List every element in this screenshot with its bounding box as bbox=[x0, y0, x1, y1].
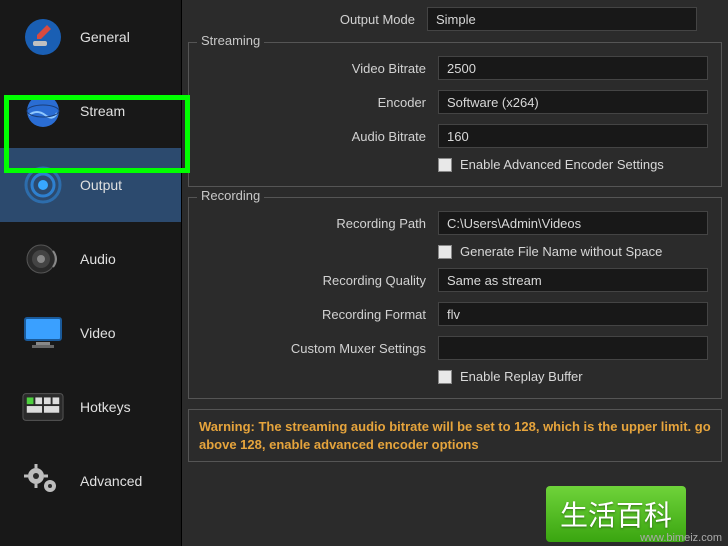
recording-format-label: Recording Format bbox=[193, 307, 438, 322]
recording-path-label: Recording Path bbox=[193, 216, 438, 231]
recording-path-input[interactable] bbox=[438, 211, 708, 235]
sidebar-item-label: Audio bbox=[80, 251, 116, 267]
sidebar-item-label: Stream bbox=[80, 103, 125, 119]
generate-filename-label: Generate File Name without Space bbox=[460, 244, 662, 259]
settings-sidebar: General Stream Output bbox=[0, 0, 182, 546]
speaker-icon bbox=[22, 238, 64, 280]
output-mode-select[interactable]: Simple bbox=[427, 7, 697, 31]
encoder-select[interactable]: Software (x264) bbox=[438, 90, 708, 114]
muxer-label: Custom Muxer Settings bbox=[193, 341, 438, 356]
encoder-value: Software (x264) bbox=[447, 95, 539, 110]
sidebar-item-output[interactable]: Output bbox=[0, 148, 181, 222]
sidebar-item-label: Hotkeys bbox=[80, 399, 131, 415]
output-mode-value: Simple bbox=[436, 12, 476, 27]
sidebar-item-stream[interactable]: Stream bbox=[0, 74, 181, 148]
recording-quality-select[interactable]: Same as stream bbox=[438, 268, 708, 292]
sidebar-item-label: Video bbox=[80, 325, 116, 341]
sidebar-item-hotkeys[interactable]: Hotkeys bbox=[0, 370, 181, 444]
audio-bitrate-select[interactable]: 160 bbox=[438, 124, 708, 148]
recording-group: Recording Recording Path Generate File N… bbox=[188, 197, 722, 399]
audio-bitrate-value: 160 bbox=[447, 129, 469, 144]
sidebar-item-label: Advanced bbox=[80, 473, 142, 489]
sidebar-item-video[interactable]: Video bbox=[0, 296, 181, 370]
sidebar-item-general[interactable]: General bbox=[0, 0, 181, 74]
recording-quality-label: Recording Quality bbox=[193, 273, 438, 288]
wrench-icon bbox=[22, 16, 64, 58]
sidebar-item-advanced[interactable]: Advanced bbox=[0, 444, 181, 518]
recording-format-select[interactable]: flv bbox=[438, 302, 708, 326]
video-bitrate-label: Video Bitrate bbox=[193, 61, 438, 76]
gears-icon bbox=[22, 460, 64, 502]
globe-icon bbox=[22, 90, 64, 132]
output-mode-label: Output Mode bbox=[182, 12, 427, 27]
broadcast-icon bbox=[22, 164, 64, 206]
generate-filename-checkbox[interactable] bbox=[438, 245, 452, 259]
video-bitrate-input[interactable] bbox=[438, 56, 708, 80]
replay-buffer-label: Enable Replay Buffer bbox=[460, 369, 583, 384]
recording-legend: Recording bbox=[197, 188, 264, 203]
recording-format-value: flv bbox=[447, 307, 460, 322]
sidebar-item-label: Output bbox=[80, 177, 122, 193]
monitor-icon bbox=[22, 312, 64, 354]
advanced-encoder-checkbox[interactable] bbox=[438, 158, 452, 172]
warning-text: Warning: The streaming audio bitrate wil… bbox=[188, 409, 722, 462]
replay-buffer-checkbox[interactable] bbox=[438, 370, 452, 384]
streaming-legend: Streaming bbox=[197, 33, 264, 48]
recording-quality-value: Same as stream bbox=[447, 273, 542, 288]
sidebar-item-audio[interactable]: Audio bbox=[0, 222, 181, 296]
keyboard-icon bbox=[22, 386, 64, 428]
audio-bitrate-label: Audio Bitrate bbox=[193, 129, 438, 144]
sidebar-item-label: General bbox=[80, 29, 130, 45]
muxer-input[interactable] bbox=[438, 336, 708, 360]
advanced-encoder-label: Enable Advanced Encoder Settings bbox=[460, 157, 664, 172]
streaming-group: Streaming Video Bitrate Encoder Software… bbox=[188, 42, 722, 187]
encoder-label: Encoder bbox=[193, 95, 438, 110]
stamp-text: 生活百科 bbox=[560, 494, 672, 534]
watermark-url: www.bimeiz.com bbox=[640, 532, 722, 544]
settings-panel: Output Mode Simple Streaming Video Bitra… bbox=[182, 0, 728, 546]
